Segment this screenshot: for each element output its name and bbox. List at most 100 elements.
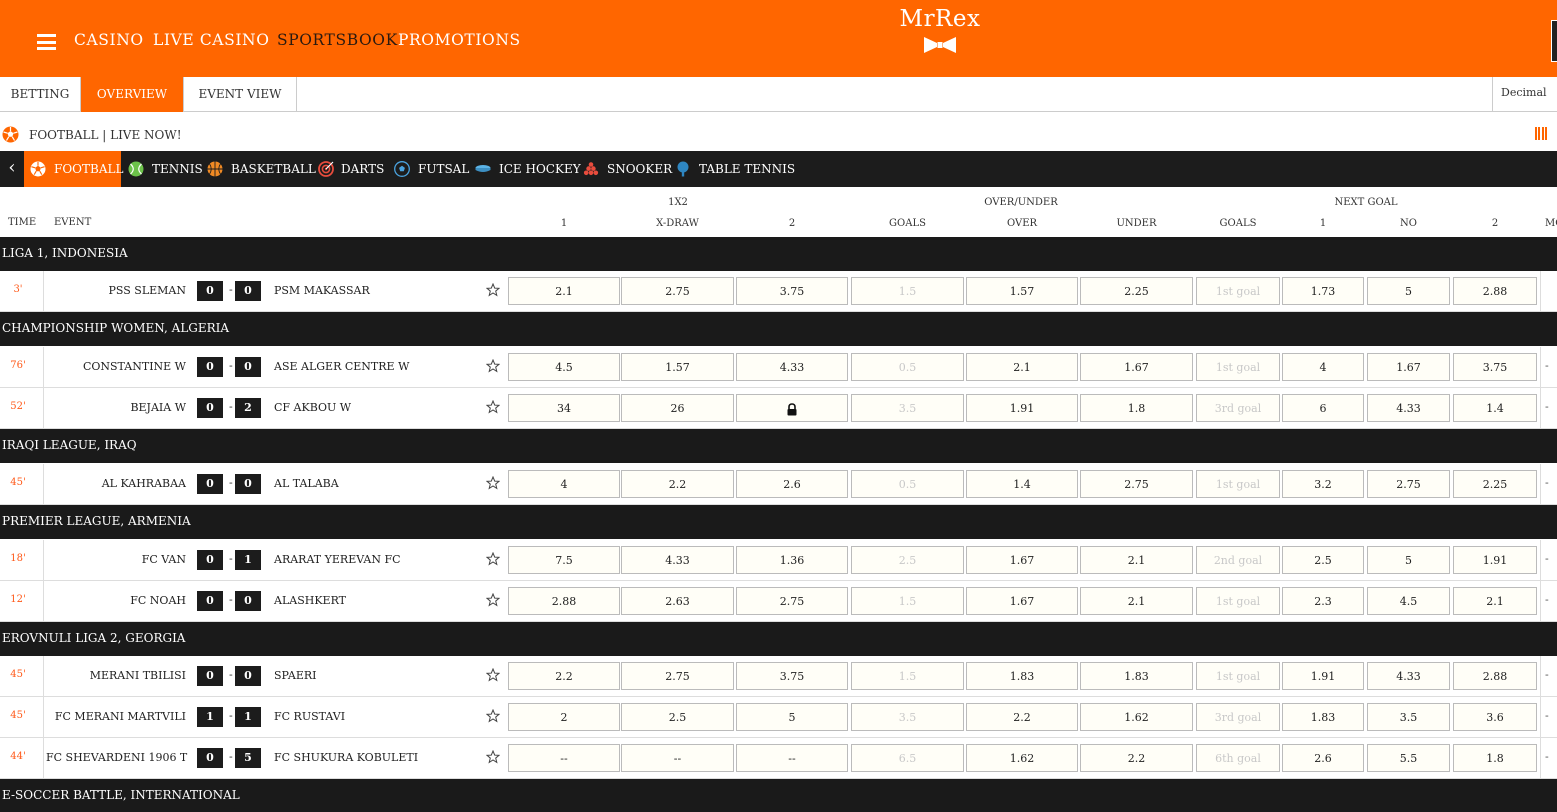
odds-button[interactable]: 1.5	[851, 662, 964, 690]
odds-button[interactable]: 2.1	[1453, 587, 1537, 615]
star-icon[interactable]	[485, 667, 501, 685]
odds-format-select[interactable]: Decimal	[1492, 77, 1557, 112]
odds-button[interactable]: 4.33	[1367, 394, 1450, 422]
account-button-edge[interactable]	[1551, 20, 1557, 62]
star-icon[interactable]	[485, 708, 501, 726]
tab-overview[interactable]: OVERVIEW	[81, 77, 184, 112]
match-row[interactable]: 45' AL KAHRABAA 0-0 AL TALABA 4 2.2 2.6 0.5 1.4 2…	[0, 464, 1557, 505]
sport-tab-basketball[interactable]: BASKETBALL	[199, 151, 316, 187]
match-row[interactable]: 45' MERANI TBILISI 0-0 SPAERI 2.2 2.75 3.75 1.5…	[0, 656, 1557, 697]
star-icon[interactable]	[485, 592, 501, 610]
odds-button[interactable]: 1st goal	[1196, 353, 1280, 381]
odds-button[interactable]: 4	[1282, 353, 1364, 381]
odds-button[interactable]: 2.75	[621, 277, 734, 305]
odds-button[interactable]: 1.62	[966, 744, 1078, 772]
odds-button[interactable]: 2.25	[1453, 470, 1537, 498]
odds-button[interactable]: 2.88	[1453, 662, 1537, 690]
star-icon[interactable]	[485, 749, 501, 767]
star-icon[interactable]	[485, 358, 501, 376]
odds-button[interactable]: 1st goal	[1196, 277, 1280, 305]
nav-sportsbook[interactable]: SPORTSBOOK	[277, 31, 398, 49]
odds-button[interactable]: 2.1	[966, 353, 1078, 381]
odds-button[interactable]: 1.83	[1282, 703, 1364, 731]
odds-button[interactable]: 34	[508, 394, 620, 422]
odds-button[interactable]	[736, 394, 848, 422]
odds-button[interactable]: 2.5	[851, 546, 964, 574]
odds-button[interactable]: 4.33	[736, 353, 848, 381]
odds-button[interactable]: 2.63	[621, 587, 734, 615]
odds-button[interactable]: 2.2	[508, 662, 620, 690]
odds-button[interactable]: 2.3	[1282, 587, 1364, 615]
more-markets[interactable]: -	[1545, 476, 1549, 489]
more-markets[interactable]: -	[1545, 593, 1549, 606]
odds-button[interactable]: 1.5	[851, 587, 964, 615]
odds-button[interactable]: 2.5	[621, 703, 734, 731]
odds-button[interactable]: 3.5	[1367, 703, 1450, 731]
odds-button[interactable]: 3rd goal	[1196, 703, 1280, 731]
odds-button[interactable]: 2.2	[621, 470, 734, 498]
odds-button[interactable]: 3.6	[1453, 703, 1537, 731]
odds-button[interactable]: 2.75	[1367, 470, 1450, 498]
odds-button[interactable]: 2.88	[1453, 277, 1537, 305]
odds-button[interactable]: 2	[508, 703, 620, 731]
odds-button[interactable]: 3.5	[851, 394, 964, 422]
odds-button[interactable]: 1st goal	[1196, 587, 1280, 615]
odds-button[interactable]: 0.5	[851, 470, 964, 498]
odds-button[interactable]: 4.33	[621, 546, 734, 574]
star-icon[interactable]	[485, 282, 501, 300]
odds-button[interactable]: 1.91	[1282, 662, 1364, 690]
odds-button[interactable]: 3.2	[1282, 470, 1364, 498]
odds-button[interactable]: --	[508, 744, 620, 772]
odds-button[interactable]: 5	[1367, 277, 1450, 305]
odds-button[interactable]: 1.83	[966, 662, 1078, 690]
odds-button[interactable]: 1.83	[1080, 662, 1193, 690]
odds-button[interactable]: 2.1	[508, 277, 620, 305]
odds-button[interactable]: 1.4	[1453, 394, 1537, 422]
odds-button[interactable]: 2.2	[966, 703, 1078, 731]
more-markets[interactable]: -	[1545, 400, 1549, 413]
tab-betting[interactable]: BETTING	[0, 77, 81, 112]
nav-casino[interactable]: CASINO	[74, 31, 144, 49]
odds-button[interactable]: 1.73	[1282, 277, 1364, 305]
more-markets[interactable]: -	[1545, 552, 1549, 565]
odds-button[interactable]: 4	[508, 470, 620, 498]
odds-button[interactable]: 1.67	[1367, 353, 1450, 381]
odds-button[interactable]: 2.5	[1282, 546, 1364, 574]
odds-button[interactable]: 1.62	[1080, 703, 1193, 731]
sport-tab-tennis[interactable]: TENNIS	[121, 151, 203, 187]
sport-tab-table-tennis[interactable]: TABLE TENNIS	[669, 151, 795, 187]
match-row[interactable]: 18' FC VAN 0-1 ARARAT YEREVAN FC 7.5 4.33 1.36…	[0, 540, 1557, 581]
odds-button[interactable]: 1.91	[1453, 546, 1537, 574]
columns-icon[interactable]	[1535, 127, 1549, 141]
odds-button[interactable]: 2nd goal	[1196, 546, 1280, 574]
odds-button[interactable]: 6th goal	[1196, 744, 1280, 772]
odds-button[interactable]: 1.4	[966, 470, 1078, 498]
more-markets[interactable]: -	[1545, 359, 1549, 372]
match-row[interactable]: 52' BEJAIA W 0-2 CF AKBOU W 34 26 3.5 1.91 1.8 3r…	[0, 388, 1557, 429]
odds-button[interactable]: 2.88	[508, 587, 620, 615]
odds-button[interactable]: 2.1	[1080, 587, 1193, 615]
tab-event-view[interactable]: EVENT VIEW	[184, 77, 297, 112]
odds-button[interactable]: 6.5	[851, 744, 964, 772]
odds-button[interactable]: 3.75	[736, 662, 848, 690]
odds-button[interactable]: 26	[621, 394, 734, 422]
odds-button[interactable]: 1.67	[966, 546, 1078, 574]
match-row[interactable]: 45' FC MERANI MARTVILI 1-1 FC RUSTAVI 2 2.5 5 3…	[0, 697, 1557, 738]
odds-button[interactable]: 1st goal	[1196, 470, 1280, 498]
odds-button[interactable]: 2.75	[1080, 470, 1193, 498]
odds-button[interactable]: 6	[1282, 394, 1364, 422]
star-icon[interactable]	[485, 475, 501, 493]
sport-tab-snooker[interactable]: SNOOKER	[577, 151, 672, 187]
odds-button[interactable]: 4.5	[508, 353, 620, 381]
odds-button[interactable]: 4.33	[1367, 662, 1450, 690]
match-row[interactable]: 12' FC NOAH 0-0 ALASHKERT 2.88 2.63 2.75 1.5 1.6…	[0, 581, 1557, 622]
odds-button[interactable]: 1.57	[621, 353, 734, 381]
star-icon[interactable]	[485, 551, 501, 569]
odds-button[interactable]: 5	[736, 703, 848, 731]
odds-button[interactable]: --	[736, 744, 848, 772]
sport-tab-futsal[interactable]: FUTSAL	[387, 151, 469, 187]
odds-button[interactable]: 1.36	[736, 546, 848, 574]
sport-tab-football[interactable]: FOOTBALL	[24, 151, 123, 187]
odds-button[interactable]: 3.5	[851, 703, 964, 731]
odds-button[interactable]: 3rd goal	[1196, 394, 1280, 422]
